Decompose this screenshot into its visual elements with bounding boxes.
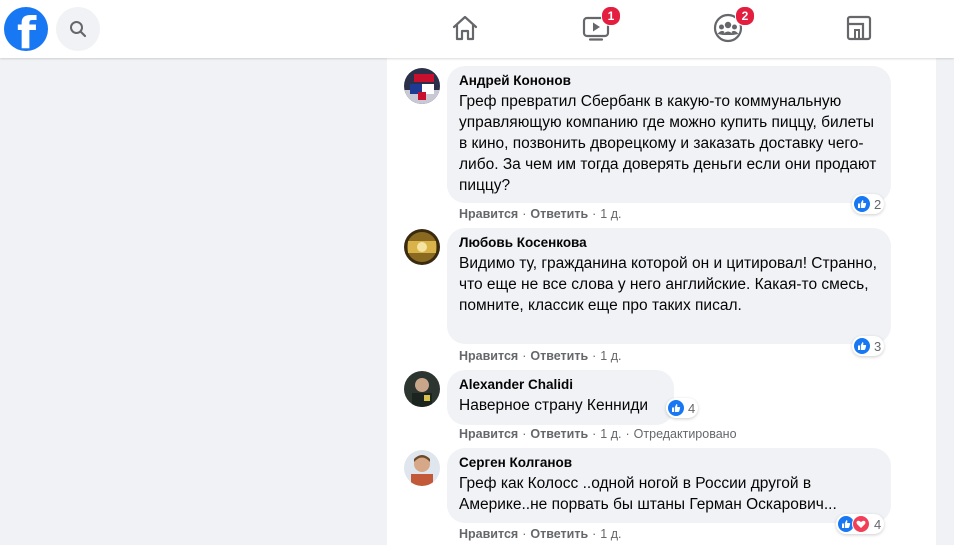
video-notification-badge: 1 <box>601 6 621 26</box>
search-icon <box>70 21 87 38</box>
comment-author[interactable]: Серген Колганов <box>459 455 879 471</box>
reaction-count: 4 <box>874 516 882 532</box>
reaction-count: 3 <box>874 338 882 354</box>
comment-time[interactable]: 1 д. <box>600 207 621 221</box>
nav-video-button[interactable]: 1 <box>565 0 625 58</box>
comment-time[interactable]: 1 д. <box>600 427 621 441</box>
comment-author[interactable]: Alexander Chalidi <box>459 377 662 393</box>
comment-actions: Нравится · Ответить · 1 д. · Отредактировано <box>459 427 737 441</box>
reaction-count: 4 <box>688 400 696 416</box>
comment-bubble: Любовь Косенкова Видимо ту, гражданина к… <box>447 228 891 344</box>
love-reaction-icon <box>852 515 870 533</box>
nav-home-button[interactable] <box>434 0 494 58</box>
like-link[interactable]: Нравится <box>459 349 518 363</box>
reaction-summary[interactable]: 4 <box>836 514 885 534</box>
comment-bubble: Alexander Chalidi Наверное страну Кеннид… <box>447 370 674 425</box>
edited-label: Отредактировано <box>633 427 737 441</box>
nav-gaming-button[interactable] <box>828 0 888 58</box>
comment-time[interactable]: 1 д. <box>600 349 621 363</box>
comment-author[interactable]: Любовь Косенкова <box>459 235 879 251</box>
gaming-icon <box>846 15 872 41</box>
like-reaction-icon <box>854 338 870 354</box>
avatar[interactable] <box>404 229 440 265</box>
comment-author[interactable]: Андрей Кононов <box>459 73 879 89</box>
comment-text: Греф как Колосс ..одной ногой в России д… <box>459 475 837 513</box>
logo-letter: f <box>17 8 37 51</box>
comments-panel: Андрей Кононов Греф превратил Сбербанк в… <box>387 58 936 545</box>
comment-bubble: Андрей Кононов Греф превратил Сбербанк в… <box>447 66 891 203</box>
reply-link[interactable]: Ответить <box>530 207 588 221</box>
reply-link[interactable]: Ответить <box>530 427 588 441</box>
comment-actions: Нравится · Ответить · 1 д. <box>459 527 622 541</box>
home-icon <box>452 15 478 41</box>
facebook-logo-icon[interactable]: f <box>4 7 48 51</box>
reaction-summary[interactable]: 4 <box>666 398 699 418</box>
like-link[interactable]: Нравится <box>459 207 518 221</box>
like-reaction-icon <box>668 400 684 416</box>
comment-text: Наверное страну Кенниди <box>459 397 649 414</box>
top-navigation-bar: f 1 2 <box>0 0 954 58</box>
comment-time[interactable]: 1 д. <box>600 527 621 541</box>
avatar[interactable] <box>404 68 440 104</box>
search-button[interactable] <box>56 7 100 51</box>
like-link[interactable]: Нравится <box>459 427 518 441</box>
like-reaction-icon <box>854 196 870 212</box>
reaction-count: 2 <box>874 196 882 212</box>
reply-link[interactable]: Ответить <box>530 349 588 363</box>
avatar[interactable] <box>404 450 440 486</box>
nav-groups-button[interactable]: 2 <box>697 0 757 58</box>
reply-link[interactable]: Ответить <box>530 527 588 541</box>
comment-text: Греф превратил Сбербанк в какую-то комму… <box>459 93 877 194</box>
groups-notification-badge: 2 <box>735 6 755 26</box>
comment-actions: Нравится · Ответить · 1 д. <box>459 207 622 221</box>
comment-actions: Нравится · Ответить · 1 д. <box>459 349 622 363</box>
reaction-summary[interactable]: 2 <box>852 194 885 214</box>
comment-text: Видимо ту, гражданина которой он и цитир… <box>459 255 877 314</box>
reaction-summary[interactable]: 3 <box>852 336 885 356</box>
avatar[interactable] <box>404 371 440 407</box>
like-link[interactable]: Нравится <box>459 527 518 541</box>
comment-bubble: Серген Колганов Греф как Колосс ..одной … <box>447 448 891 523</box>
